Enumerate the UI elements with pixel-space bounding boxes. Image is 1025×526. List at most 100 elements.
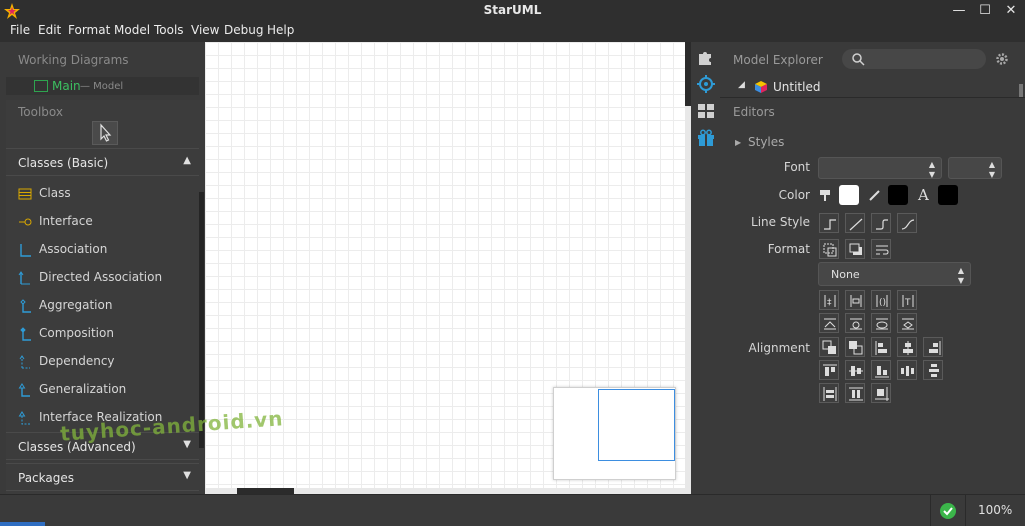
tree-expand-arrow-icon[interactable]: ◢ — [738, 80, 745, 90]
color-label: Color — [778, 188, 810, 202]
tool-dependency[interactable]: Dependency — [18, 353, 198, 371]
rounded-line-icon — [876, 219, 888, 230]
line-style-curve-button[interactable] — [897, 213, 917, 233]
suppress-literals-icon: T — [902, 295, 914, 308]
crosshair-icon[interactable] — [696, 74, 716, 94]
line-color-swatch[interactable] — [888, 185, 908, 205]
set-width-equally-button[interactable] — [819, 383, 839, 403]
diagram-name: Main — [52, 79, 81, 93]
suppress-receptions-button[interactable]: () — [871, 290, 891, 310]
tool-aggregation[interactable]: Aggregation — [18, 297, 198, 315]
suppress-literals-button[interactable]: T — [897, 290, 917, 310]
validation-ok-icon[interactable] — [940, 503, 956, 519]
group-classes-basic[interactable]: Classes (Basic) ▲ — [6, 148, 199, 176]
align-bottom-button[interactable] — [871, 360, 891, 380]
menu-view[interactable]: View — [191, 23, 219, 37]
show-visibility-button[interactable] — [819, 313, 839, 333]
fill-bucket-icon — [820, 190, 830, 201]
auto-resize-button[interactable] — [819, 239, 839, 259]
group-packages[interactable]: Packages ▼ — [6, 463, 199, 491]
tool-composition[interactable]: Composition — [18, 325, 198, 343]
space-equally-horizontally-button[interactable] — [897, 360, 917, 380]
font-size-select[interactable]: ▲ ▼ — [948, 157, 1002, 179]
menu-file[interactable]: File — [10, 23, 30, 37]
tool-label: Generalization — [39, 382, 127, 396]
suppress-attributes-button[interactable]: ‡ — [819, 290, 839, 310]
bring-to-front-button[interactable] — [819, 337, 839, 357]
fill-color-swatch[interactable] — [839, 185, 859, 205]
font-family-select[interactable]: ▲ ▼ — [818, 157, 942, 179]
gear-icon[interactable] — [995, 52, 1009, 66]
auto-resize-icon — [823, 243, 837, 257]
menu-help[interactable]: Help — [267, 23, 294, 37]
menu-tools[interactable]: Tools — [154, 23, 184, 37]
space-horizontal-icon — [901, 366, 914, 376]
send-to-back-button[interactable] — [845, 337, 865, 357]
shadow-icon — [849, 243, 862, 255]
font-color-swatch[interactable] — [938, 185, 958, 205]
menu-edit[interactable]: Edit — [38, 23, 61, 37]
maximize-button[interactable]: ☐ — [972, 1, 998, 20]
layout-panels-icon[interactable] — [696, 101, 716, 121]
collapse-arrow-icon: ▲ — [183, 155, 191, 166]
stereotype-display-select[interactable]: None ▲ ▼ — [818, 262, 971, 286]
set-size-equally-button[interactable] — [871, 383, 891, 403]
align-right-button[interactable] — [923, 337, 943, 357]
status-divider — [930, 495, 931, 526]
align-top-icon — [823, 364, 837, 376]
working-diagram-item[interactable]: Main — Model — [6, 77, 199, 95]
minimap-viewport[interactable] — [598, 389, 675, 461]
suppress-receptions-icon: () — [876, 295, 888, 308]
generalization-icon — [18, 383, 30, 397]
suppress-operations-button[interactable] — [845, 290, 865, 310]
tool-label: Class — [39, 186, 71, 200]
show-properties-button[interactable] — [871, 313, 891, 333]
word-wrap-button[interactable] — [871, 239, 891, 259]
align-top-button[interactable] — [819, 360, 839, 380]
align-middle-button[interactable] — [845, 360, 865, 380]
align-left-button[interactable] — [871, 337, 891, 357]
line-style-rectilinear-button[interactable] — [819, 213, 839, 233]
interface-icon — [19, 218, 32, 226]
space-equally-vertically-button[interactable] — [923, 360, 943, 380]
directed-association-icon — [18, 271, 30, 285]
align-center-button[interactable] — [897, 337, 917, 357]
expand-arrow-icon: ▼ — [183, 470, 191, 481]
composition-icon — [20, 327, 31, 341]
interface-realization-icon — [18, 411, 30, 425]
group-label: Classes (Basic) — [18, 156, 109, 170]
close-button[interactable]: ✕ — [998, 1, 1024, 20]
show-type-button[interactable] — [897, 313, 917, 333]
show-namespace-button[interactable] — [845, 313, 865, 333]
tool-label: Dependency — [39, 354, 115, 368]
line-style-rounded-button[interactable] — [871, 213, 891, 233]
select-tool-button[interactable] — [92, 121, 118, 145]
zoom-level[interactable]: 100% — [978, 503, 1012, 517]
tool-interface[interactable]: Interface — [18, 213, 198, 231]
minimap[interactable] — [553, 387, 676, 480]
tool-label: Directed Association — [39, 270, 163, 284]
cursor-icon — [100, 123, 112, 142]
menu-format[interactable]: Format — [68, 23, 110, 37]
set-height-equally-button[interactable] — [845, 383, 865, 403]
tool-generalization[interactable]: Generalization — [18, 381, 198, 399]
minimize-button[interactable]: — — [946, 1, 972, 20]
toolbox-scrollbar[interactable] — [199, 192, 204, 448]
tool-association[interactable]: Association — [18, 241, 198, 259]
extensions-puzzle-icon[interactable] — [696, 47, 716, 67]
svg-text:T: T — [904, 298, 911, 308]
model-tree-root[interactable]: ◢ Untitled — [738, 80, 1018, 96]
line-style-oblique-button[interactable] — [845, 213, 865, 233]
association-icon — [20, 244, 31, 257]
toolbox-title: Toolbox — [18, 105, 63, 119]
tool-directed-association[interactable]: Directed Association — [18, 269, 198, 287]
model-search-input[interactable] — [842, 49, 986, 69]
equal-height-icon — [849, 387, 863, 401]
show-shadow-button[interactable] — [845, 239, 865, 259]
menu-model[interactable]: Model — [114, 23, 150, 37]
menu-debug[interactable]: Debug — [224, 23, 263, 37]
styles-expand-arrow-icon[interactable]: ▶ — [735, 138, 741, 147]
svg-text:‡: ‡ — [827, 298, 832, 308]
gift-icon[interactable] — [696, 128, 716, 148]
tool-class[interactable]: Class — [18, 185, 198, 203]
